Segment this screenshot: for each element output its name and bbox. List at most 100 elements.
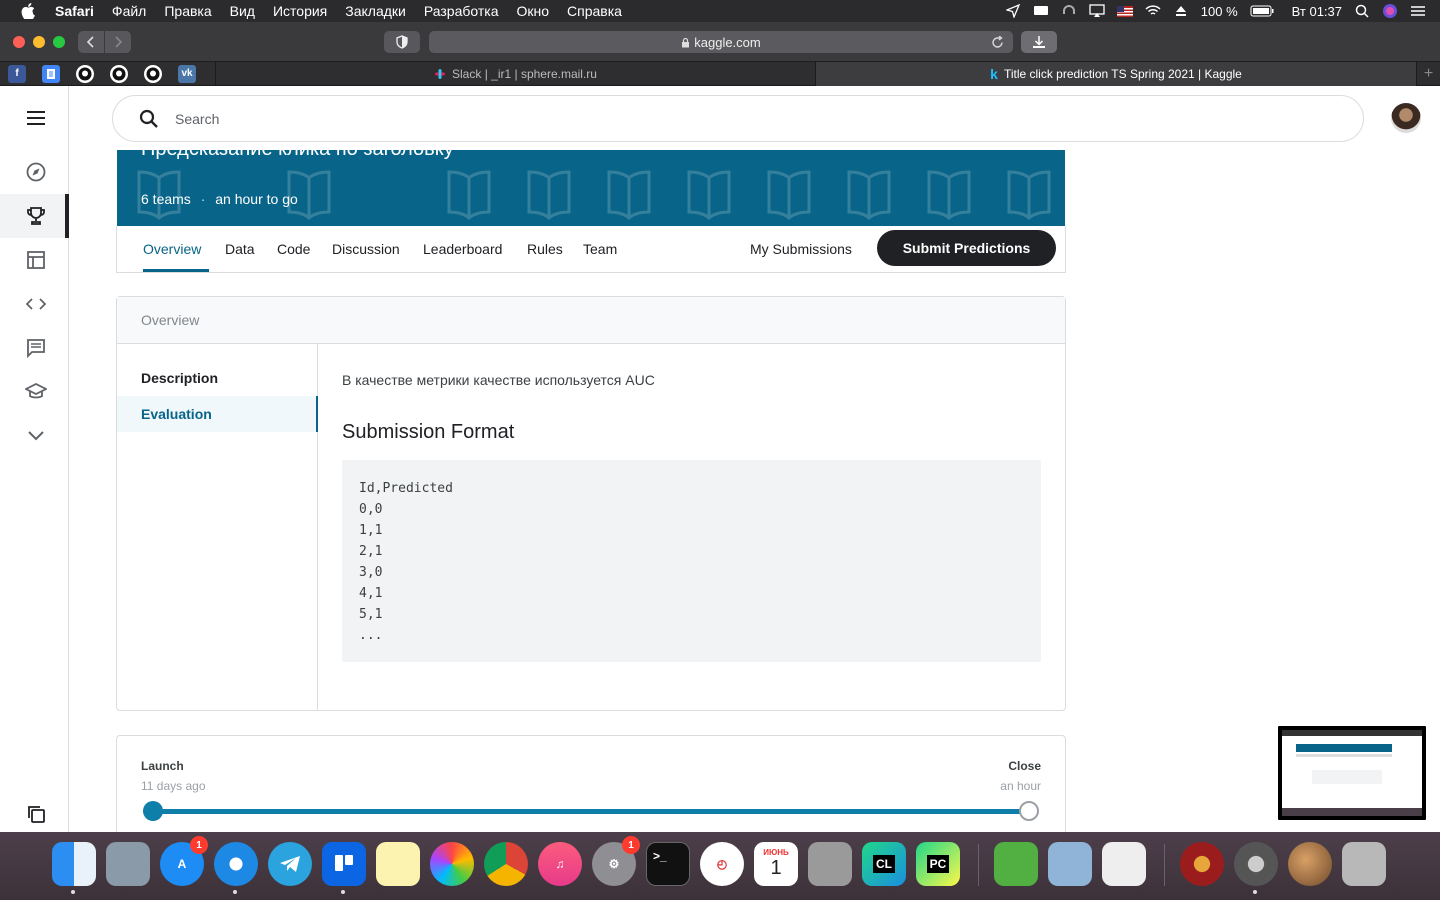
screenshot-preview-thumbnail[interactable] [1276, 724, 1428, 822]
calculator-icon[interactable] [808, 842, 852, 886]
forward-button[interactable] [105, 31, 131, 53]
wifi-icon[interactable] [1145, 4, 1161, 18]
finder-icon[interactable] [52, 842, 96, 894]
telegram-icon[interactable] [268, 842, 312, 886]
vk-icon[interactable]: vk [178, 64, 196, 83]
chrome-icon[interactable] [484, 842, 528, 886]
tab-label: Title click prediction TS Spring 2021 | … [1003, 67, 1242, 81]
downloads-button[interactable] [1021, 31, 1057, 53]
safari-icon[interactable] [214, 842, 258, 894]
close-window-button[interactable] [13, 36, 25, 48]
code-icon[interactable] [24, 292, 48, 316]
eject-icon[interactable] [1173, 4, 1189, 18]
datasets-table-icon[interactable] [24, 248, 48, 272]
back-button[interactable] [78, 31, 104, 53]
search-input[interactable]: Search [112, 95, 1364, 142]
spotlight-icon[interactable] [1354, 4, 1370, 18]
privacy-shield-button[interactable] [384, 31, 420, 53]
my-submissions-link[interactable]: My Submissions [750, 241, 852, 257]
address-bar[interactable]: kaggle.com [429, 31, 1013, 53]
tab-code[interactable]: Code [277, 241, 310, 257]
book-pattern-icon [767, 170, 811, 221]
submit-predictions-button[interactable]: Submit Predictions [877, 230, 1056, 266]
notes-icon[interactable] [376, 842, 420, 886]
app-store-icon[interactable]: A1 [160, 836, 208, 886]
clion-icon[interactable]: CL [862, 842, 906, 886]
menubar-clock[interactable]: Вт 01:37 [1292, 4, 1342, 19]
compass-icon[interactable] [24, 160, 48, 184]
reload-icon[interactable] [989, 34, 1005, 50]
menu-file[interactable]: Файл [112, 3, 146, 19]
folder-iron-man-icon[interactable] [1180, 842, 1224, 886]
pycharm-icon[interactable]: PC [916, 842, 960, 886]
competition-timeline: Launch 11 days ago Close an hour [116, 735, 1066, 845]
github-icon[interactable] [144, 64, 162, 83]
control-center-icon[interactable] [1410, 4, 1426, 18]
tab-kaggle[interactable]: k Title click prediction TS Spring 2021 … [815, 62, 1416, 86]
running-indicator [71, 890, 75, 894]
folder-helmet-icon[interactable] [1234, 842, 1278, 894]
headphones-icon[interactable] [1061, 4, 1077, 18]
slack-icon [435, 69, 446, 79]
book-pattern-icon [847, 170, 891, 221]
zoom-window-button[interactable] [53, 36, 65, 48]
numbers-icon[interactable] [994, 842, 1038, 886]
us-flag-icon[interactable] [1116, 4, 1133, 18]
calendar-icon[interactable]: ИЮНЬ 1 [754, 842, 798, 886]
section-description[interactable]: Description [117, 360, 318, 396]
learn-graduation-cap-icon[interactable] [24, 380, 48, 404]
overview-section-nav: Description Evaluation [117, 344, 318, 710]
music-icon[interactable]: ♫ [538, 842, 582, 886]
discussion-icon[interactable] [24, 336, 48, 360]
notification-icon[interactable] [1033, 4, 1049, 18]
system-preferences-icon[interactable]: ⚙ 1 [592, 836, 640, 886]
docs-icon[interactable] [42, 64, 60, 83]
tab-discussion[interactable]: Discussion [332, 241, 400, 257]
menu-view[interactable]: Вид [230, 3, 255, 19]
code-line: ... [359, 628, 383, 643]
facebook-icon[interactable]: f [8, 64, 26, 83]
macos-menubar: Safari Файл Правка Вид История Закладки … [0, 0, 1440, 22]
apple-icon[interactable] [20, 3, 36, 19]
minimize-window-button[interactable] [33, 36, 45, 48]
new-tab-button[interactable]: + [1416, 62, 1440, 86]
location-icon[interactable] [1005, 4, 1021, 18]
chevron-down-icon[interactable] [24, 424, 48, 448]
terminal-icon[interactable]: >_ [646, 842, 690, 886]
trophy-icon[interactable] [24, 204, 48, 228]
menu-edit[interactable]: Правка [164, 3, 211, 19]
trello-icon[interactable] [322, 842, 366, 894]
copy-pages-icon[interactable] [24, 802, 48, 826]
tab-slack[interactable]: Slack | _ir1 | sphere.mail.ru [215, 62, 815, 86]
menu-help[interactable]: Справка [567, 3, 622, 19]
section-evaluation[interactable]: Evaluation [117, 396, 318, 432]
github-icon[interactable] [76, 64, 94, 83]
github-icon[interactable] [110, 64, 128, 83]
tab-rules[interactable]: Rules [527, 241, 563, 257]
menu-develop[interactable]: Разработка [424, 3, 499, 19]
trash-icon[interactable] [1342, 842, 1386, 886]
teams-count[interactable]: 6 teams [141, 191, 191, 207]
document-icon[interactable] [1102, 842, 1146, 886]
menu-history[interactable]: История [273, 3, 327, 19]
photos-icon[interactable] [430, 842, 474, 886]
avatar[interactable] [1391, 103, 1421, 133]
kaggle-icon: k [990, 66, 998, 82]
clock-icon[interactable]: ◴ [700, 842, 744, 886]
menu-window[interactable]: Окно [516, 3, 549, 19]
hamburger-menu-icon[interactable] [24, 106, 48, 130]
tab-team[interactable]: Team [583, 241, 617, 257]
tab-leaderboard[interactable]: Leaderboard [423, 241, 502, 257]
search-icon [137, 107, 161, 131]
image-capture-icon[interactable] [1048, 842, 1092, 886]
preview-icon[interactable] [106, 842, 150, 886]
tab-overview[interactable]: Overview [143, 241, 201, 257]
menu-bookmarks[interactable]: Закладки [345, 3, 406, 19]
folder-planet-icon[interactable] [1288, 842, 1332, 886]
menu-app-name[interactable]: Safari [55, 3, 94, 19]
siri-icon[interactable] [1382, 4, 1398, 18]
tab-data[interactable]: Data [225, 241, 255, 257]
airplay-icon[interactable] [1089, 4, 1105, 18]
battery-icon[interactable] [1250, 4, 1274, 18]
running-indicator [233, 890, 237, 894]
